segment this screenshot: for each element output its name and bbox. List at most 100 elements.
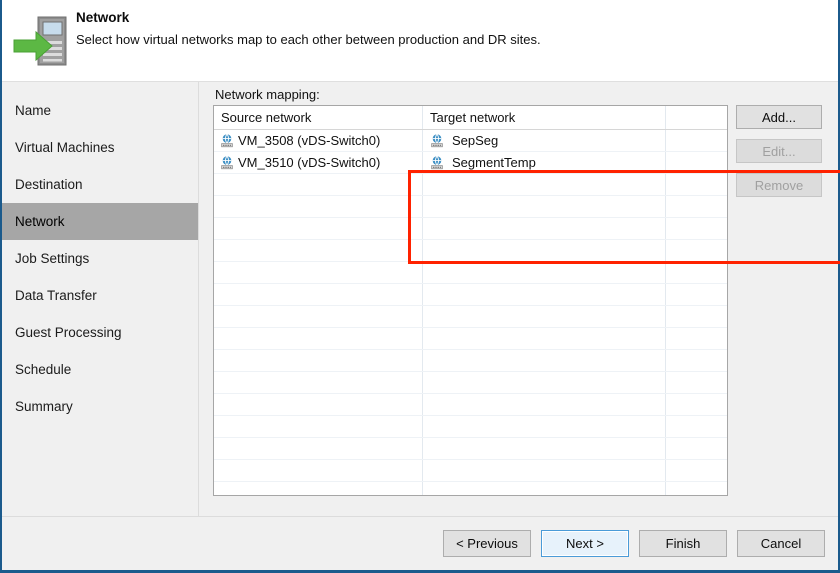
cell-spacer <box>665 284 727 305</box>
page-title: Network <box>76 9 541 27</box>
cell-spacer <box>665 152 727 173</box>
column-header-target-network[interactable]: Target network <box>422 106 665 129</box>
cell-spacer <box>665 306 727 327</box>
cell-source-label: VM_3508 (vDS-Switch0) <box>238 133 380 148</box>
cell-spacer <box>665 218 727 239</box>
cell-spacer <box>665 416 727 437</box>
grid-header-row: Source network Target network <box>214 106 727 130</box>
table-row-empty[interactable] <box>214 460 727 482</box>
next-button[interactable]: Next > <box>541 530 629 557</box>
remove-button: Remove <box>736 173 822 197</box>
wizard-content: Network mapping: Source network Target n… <box>199 82 838 516</box>
table-row-empty[interactable] <box>214 416 727 438</box>
table-row-empty[interactable] <box>214 284 727 306</box>
cell-source-network-empty <box>214 262 422 283</box>
table-row-empty[interactable] <box>214 240 727 262</box>
wizard-footer: < Previous Next > Finish Cancel <box>2 516 838 570</box>
cell-spacer <box>665 482 727 496</box>
table-row-empty[interactable] <box>214 174 727 196</box>
cell-target-network-empty <box>422 218 665 239</box>
cell-source-network-empty <box>214 438 422 459</box>
table-row-empty[interactable] <box>214 218 727 240</box>
table-row-empty[interactable] <box>214 482 727 496</box>
table-row-empty[interactable] <box>214 328 727 350</box>
cell-target-network-empty <box>422 482 665 496</box>
cell-spacer <box>665 372 727 393</box>
column-header-source-network[interactable]: Source network <box>214 106 422 129</box>
cell-spacer <box>665 262 727 283</box>
cell-source-network-empty <box>214 240 422 261</box>
cell-spacer <box>665 196 727 217</box>
network-icon <box>220 134 234 148</box>
wizard-step-sidebar: Name Virtual Machines Destination Networ… <box>2 82 199 516</box>
table-row[interactable]: VM_3510 (vDS-Switch0) SegmentTemp <box>214 152 727 174</box>
table-row-empty[interactable] <box>214 196 727 218</box>
sidebar-item-data-transfer[interactable]: Data Transfer <box>2 277 198 314</box>
network-icon <box>430 156 444 170</box>
cell-source-network-empty <box>214 196 422 217</box>
cell-target-network-empty <box>422 438 665 459</box>
table-row[interactable]: VM_3508 (vDS-Switch0) SepSeg <box>214 130 727 152</box>
table-row-empty[interactable] <box>214 262 727 284</box>
table-row-empty[interactable] <box>214 438 727 460</box>
cell-target-network-empty <box>422 394 665 415</box>
table-row-empty[interactable] <box>214 350 727 372</box>
sidebar-item-name[interactable]: Name <box>2 92 198 129</box>
cell-spacer <box>665 350 727 371</box>
cell-target-label: SegmentTemp <box>452 155 536 170</box>
cell-spacer <box>665 460 727 481</box>
cell-target-network-empty <box>422 372 665 393</box>
cell-target-label: SepSeg <box>452 133 498 148</box>
cell-target-network-empty <box>422 284 665 305</box>
header-text-block: Network Select how virtual networks map … <box>76 9 541 49</box>
grid-rows-container: VM_3508 (vDS-Switch0) SepSeg VM_3510 (vDS-… <box>214 130 727 496</box>
cell-source-label: VM_3510 (vDS-Switch0) <box>238 155 380 170</box>
cell-source-network-empty <box>214 328 422 349</box>
previous-button[interactable]: < Previous <box>443 530 531 557</box>
cell-source-network: VM_3510 (vDS-Switch0) <box>214 152 422 173</box>
cell-source-network-empty <box>214 372 422 393</box>
add-button[interactable]: Add... <box>736 105 822 129</box>
finish-button[interactable]: Finish <box>639 530 727 557</box>
network-mapping-grid[interactable]: Source network Target network VM_3508 (v… <box>213 105 728 496</box>
wizard-window: Network Select how virtual networks map … <box>0 0 840 573</box>
cell-spacer <box>665 240 727 261</box>
table-row-empty[interactable] <box>214 394 727 416</box>
sidebar-item-summary[interactable]: Summary <box>2 388 198 425</box>
table-row-empty[interactable] <box>214 372 727 394</box>
cell-source-network-empty <box>214 306 422 327</box>
sidebar-item-guest-processing[interactable]: Guest Processing <box>2 314 198 351</box>
cell-target-network-empty <box>422 174 665 195</box>
cell-source-network-empty <box>214 460 422 481</box>
table-row-empty[interactable] <box>214 306 727 328</box>
cancel-button[interactable]: Cancel <box>737 530 825 557</box>
column-header-target-label: Target network <box>423 106 665 129</box>
cell-target-network-empty <box>422 328 665 349</box>
wizard-header: Network Select how virtual networks map … <box>2 0 838 82</box>
cell-spacer <box>665 328 727 349</box>
cell-target-network: SepSeg <box>422 130 665 151</box>
cell-source-network-empty <box>214 416 422 437</box>
page-subtitle: Select how virtual networks map to each … <box>76 31 541 49</box>
server-network-arrow-icon <box>12 10 74 72</box>
cell-source-network-empty <box>214 174 422 195</box>
sidebar-item-destination[interactable]: Destination <box>2 166 198 203</box>
column-header-source-label: Source network <box>214 106 422 129</box>
cell-source-network-empty <box>214 284 422 305</box>
cell-target-network-empty <box>422 240 665 261</box>
cell-source-network: VM_3508 (vDS-Switch0) <box>214 130 422 151</box>
sidebar-item-network[interactable]: Network <box>2 203 198 240</box>
cell-spacer <box>665 438 727 459</box>
cell-target-network: SegmentTemp <box>422 152 665 173</box>
cell-spacer <box>665 130 727 151</box>
cell-target-network-empty <box>422 460 665 481</box>
cell-target-network-empty <box>422 262 665 283</box>
edit-button: Edit... <box>736 139 822 163</box>
sidebar-item-virtual-machines[interactable]: Virtual Machines <box>2 129 198 166</box>
sidebar-item-schedule[interactable]: Schedule <box>2 351 198 388</box>
cell-source-network-empty <box>214 218 422 239</box>
cell-source-network-empty <box>214 350 422 371</box>
cell-spacer <box>665 394 727 415</box>
cell-target-network-empty <box>422 306 665 327</box>
sidebar-item-job-settings[interactable]: Job Settings <box>2 240 198 277</box>
